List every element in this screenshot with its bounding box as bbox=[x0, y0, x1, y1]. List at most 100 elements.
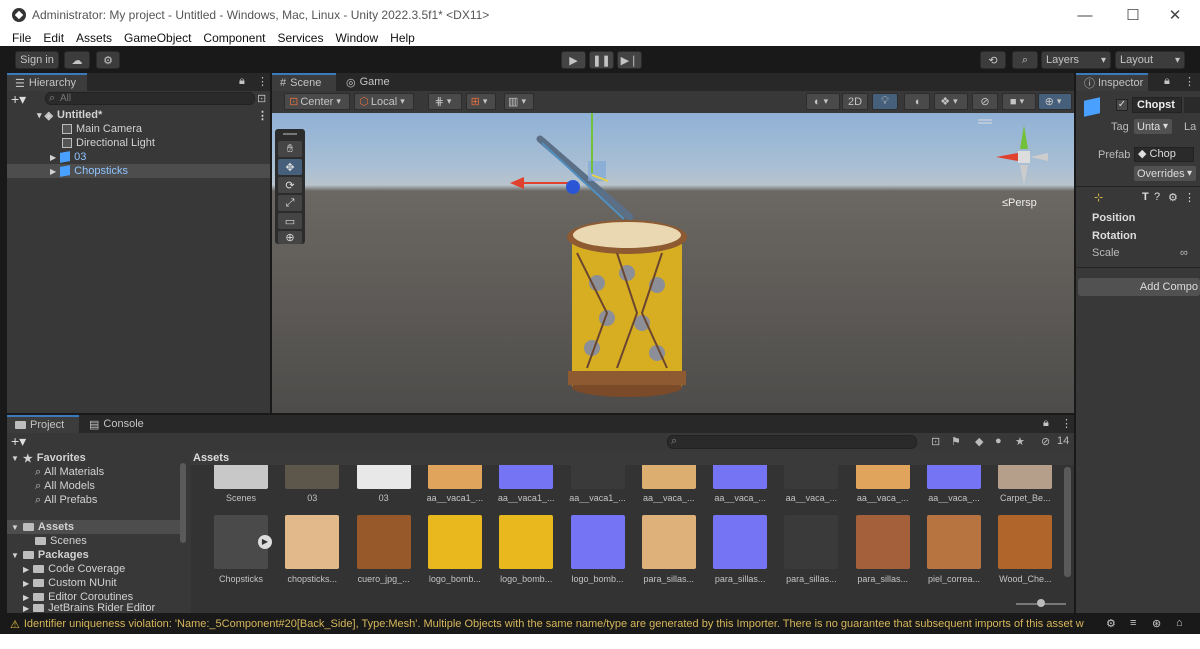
camera-dropdown[interactable]: ■ bbox=[1002, 93, 1036, 110]
hierarchy-item-chopsticks[interactable]: ▶ Chopsticks bbox=[7, 164, 270, 178]
asset-thumbnail[interactable] bbox=[427, 515, 482, 569]
lighting-toggle[interactable]: 💡︎ bbox=[872, 93, 898, 110]
label-icon[interactable]: ◆ bbox=[975, 435, 983, 448]
asset-thumbnail[interactable] bbox=[927, 465, 981, 489]
asset-thumbnail[interactable] bbox=[499, 515, 554, 569]
project-search-input[interactable] bbox=[667, 435, 917, 449]
overrides-dropdown[interactable]: Overrides bbox=[1134, 166, 1196, 181]
orientation-gizmo[interactable] bbox=[996, 125, 1048, 185]
asset-tile[interactable]: Chopsticks bbox=[205, 515, 277, 585]
collab-gear-icon[interactable]: ⚙ bbox=[96, 51, 120, 69]
lock-icon[interactable]: 🔒︎ bbox=[239, 75, 245, 88]
tree-scenes[interactable]: Scenes bbox=[35, 534, 87, 548]
progress-icon[interactable]: ≡ bbox=[1130, 617, 1136, 629]
asset-thumbnail[interactable] bbox=[855, 515, 910, 569]
static-checkbox[interactable] bbox=[1184, 97, 1200, 113]
menu-component[interactable]: Component bbox=[197, 31, 271, 45]
search-by-label-icon[interactable]: ⚑ bbox=[951, 435, 961, 448]
rotate-tool-icon[interactable]: ⟳ bbox=[278, 177, 302, 193]
tab-inspector[interactable]: ⓘ Inspector bbox=[1076, 73, 1148, 91]
asset-thumbnail[interactable] bbox=[356, 465, 411, 489]
tab-console[interactable]: ▤ Console bbox=[81, 415, 153, 433]
pivot-mode-dropdown[interactable]: ⊡ Center bbox=[284, 93, 350, 110]
expand-arrow-icon[interactable]: ▶ bbox=[23, 565, 29, 574]
tree-all-prefabs[interactable]: All Prefabs bbox=[35, 493, 97, 507]
transform-header[interactable]: T bbox=[1142, 191, 1149, 203]
asset-tile[interactable]: aa__vaca_... bbox=[918, 465, 990, 505]
tab-scene[interactable]: # Scene bbox=[272, 73, 336, 91]
tree-packages[interactable]: ▼ Packages bbox=[11, 548, 89, 562]
step-button[interactable]: ▶❘ bbox=[617, 51, 642, 69]
audio-toggle[interactable]: ◖ bbox=[904, 93, 930, 110]
expand-arrow-icon[interactable]: ▶ bbox=[50, 153, 56, 162]
asset-thumbnail[interactable] bbox=[499, 465, 554, 489]
asset-tile[interactable]: piel_correa... bbox=[918, 515, 990, 585]
more-icon[interactable]: ⋮ bbox=[257, 75, 268, 88]
move-tool-icon[interactable]: ✥ bbox=[278, 159, 302, 175]
add-icon[interactable]: +▾ bbox=[11, 91, 26, 108]
expand-arrow-icon[interactable]: ▼ bbox=[11, 551, 19, 560]
gizmos-dropdown[interactable]: ⊕ bbox=[1038, 93, 1072, 110]
breadcrumb-assets[interactable]: Assets bbox=[193, 452, 229, 464]
asset-tile[interactable]: aa__vaca_... bbox=[775, 465, 847, 505]
log-types-icon[interactable]: ● bbox=[995, 435, 1002, 447]
menu-file[interactable]: File bbox=[0, 31, 37, 45]
2d-toggle[interactable]: 2D bbox=[842, 93, 868, 110]
effects-dropdown[interactable]: ❖ bbox=[934, 93, 968, 110]
component-more-icon[interactable]: ⋮ bbox=[1184, 191, 1195, 204]
add-component-button[interactable]: Add Compo bbox=[1078, 278, 1200, 296]
expand-arrow-icon[interactable]: ▼ bbox=[11, 523, 19, 532]
asset-tile[interactable]: logo_bomb... bbox=[562, 515, 634, 585]
asset-thumbnail[interactable] bbox=[427, 465, 482, 489]
asset-tile[interactable]: para_sillas... bbox=[775, 515, 847, 585]
tab-game[interactable]: ◎ Game bbox=[338, 73, 398, 91]
tree-custom-nunit[interactable]: ▶ Custom NUnit bbox=[23, 576, 117, 590]
scale-tool-icon[interactable]: ⤢ bbox=[278, 195, 302, 211]
expand-arrow-icon[interactable]: ▶ bbox=[23, 579, 29, 588]
play-button[interactable]: ▶ bbox=[561, 51, 586, 69]
minimize-button[interactable]: — bbox=[1062, 0, 1108, 30]
slider-knob[interactable] bbox=[1037, 599, 1045, 607]
expand-arrow-icon[interactable]: ▶ bbox=[23, 604, 29, 613]
object-name-field[interactable]: Chopst bbox=[1132, 97, 1182, 113]
menu-services[interactable]: Services bbox=[271, 31, 329, 45]
tree-all-models[interactable]: All Models bbox=[35, 479, 95, 493]
asset-tile[interactable]: 03 bbox=[348, 465, 420, 505]
play-prefab-icon[interactable]: ▶ bbox=[258, 535, 272, 549]
hidden-packages-icon[interactable]: ⊘ bbox=[1041, 435, 1050, 448]
scene-more-icon[interactable]: ⋮ bbox=[257, 109, 268, 122]
hierarchy-search-input[interactable] bbox=[45, 92, 255, 105]
asset-tile[interactable]: para_sillas... bbox=[704, 515, 776, 585]
asset-tile[interactable]: aa__vaca_... bbox=[847, 465, 919, 505]
asset-tile[interactable]: Carpet_Be... bbox=[989, 465, 1061, 505]
asset-thumbnail[interactable] bbox=[641, 515, 696, 569]
asset-tile[interactable]: aa__vaca1_... bbox=[419, 465, 491, 505]
asset-thumbnail[interactable] bbox=[285, 465, 340, 489]
asset-tile[interactable]: aa__vaca_... bbox=[633, 465, 705, 505]
perspective-label[interactable]: ≤Persp bbox=[1002, 197, 1037, 209]
expand-arrow-icon[interactable]: ▶ bbox=[50, 167, 56, 176]
status-bar[interactable]: ⚠ Identifier uniqueness violation: 'Name… bbox=[0, 614, 1200, 634]
status-message[interactable]: Identifier uniqueness violation: 'Name:_… bbox=[24, 618, 1089, 630]
asset-thumbnail[interactable] bbox=[570, 465, 625, 489]
hidden-objects-toggle[interactable]: ⊘ bbox=[972, 93, 998, 110]
asset-tile[interactable]: logo_bomb... bbox=[490, 515, 562, 585]
history-icon[interactable]: ⟲ bbox=[980, 51, 1006, 69]
tree-assets[interactable]: ▼ Assets bbox=[7, 520, 182, 534]
hierarchy-item-main-camera[interactable]: Main Camera bbox=[7, 122, 270, 136]
menu-edit[interactable]: Edit bbox=[37, 31, 70, 45]
more-icon[interactable]: ⋮ bbox=[1061, 417, 1072, 430]
layout-dropdown[interactable]: Layout bbox=[1115, 51, 1185, 69]
preset-icon[interactable]: ⚙ bbox=[1168, 191, 1178, 204]
asset-tile[interactable]: aa__vaca_... bbox=[704, 465, 776, 505]
prefab-field[interactable]: ◆ Chop bbox=[1134, 147, 1194, 162]
asset-tile[interactable]: logo_bomb... bbox=[419, 515, 491, 585]
close-button[interactable]: ✕ bbox=[1152, 0, 1198, 30]
asset-thumbnail[interactable] bbox=[713, 515, 768, 569]
sign-in-button[interactable]: Sign in bbox=[15, 51, 59, 69]
asset-tile[interactable]: Scenes bbox=[205, 465, 277, 505]
expand-arrow-icon[interactable]: ▾ bbox=[37, 110, 42, 121]
menu-assets[interactable]: Assets bbox=[70, 31, 118, 45]
tree-editor-coroutines[interactable]: ▶ Editor Coroutines bbox=[23, 590, 133, 604]
active-checkbox[interactable]: ✓ bbox=[1116, 99, 1128, 111]
